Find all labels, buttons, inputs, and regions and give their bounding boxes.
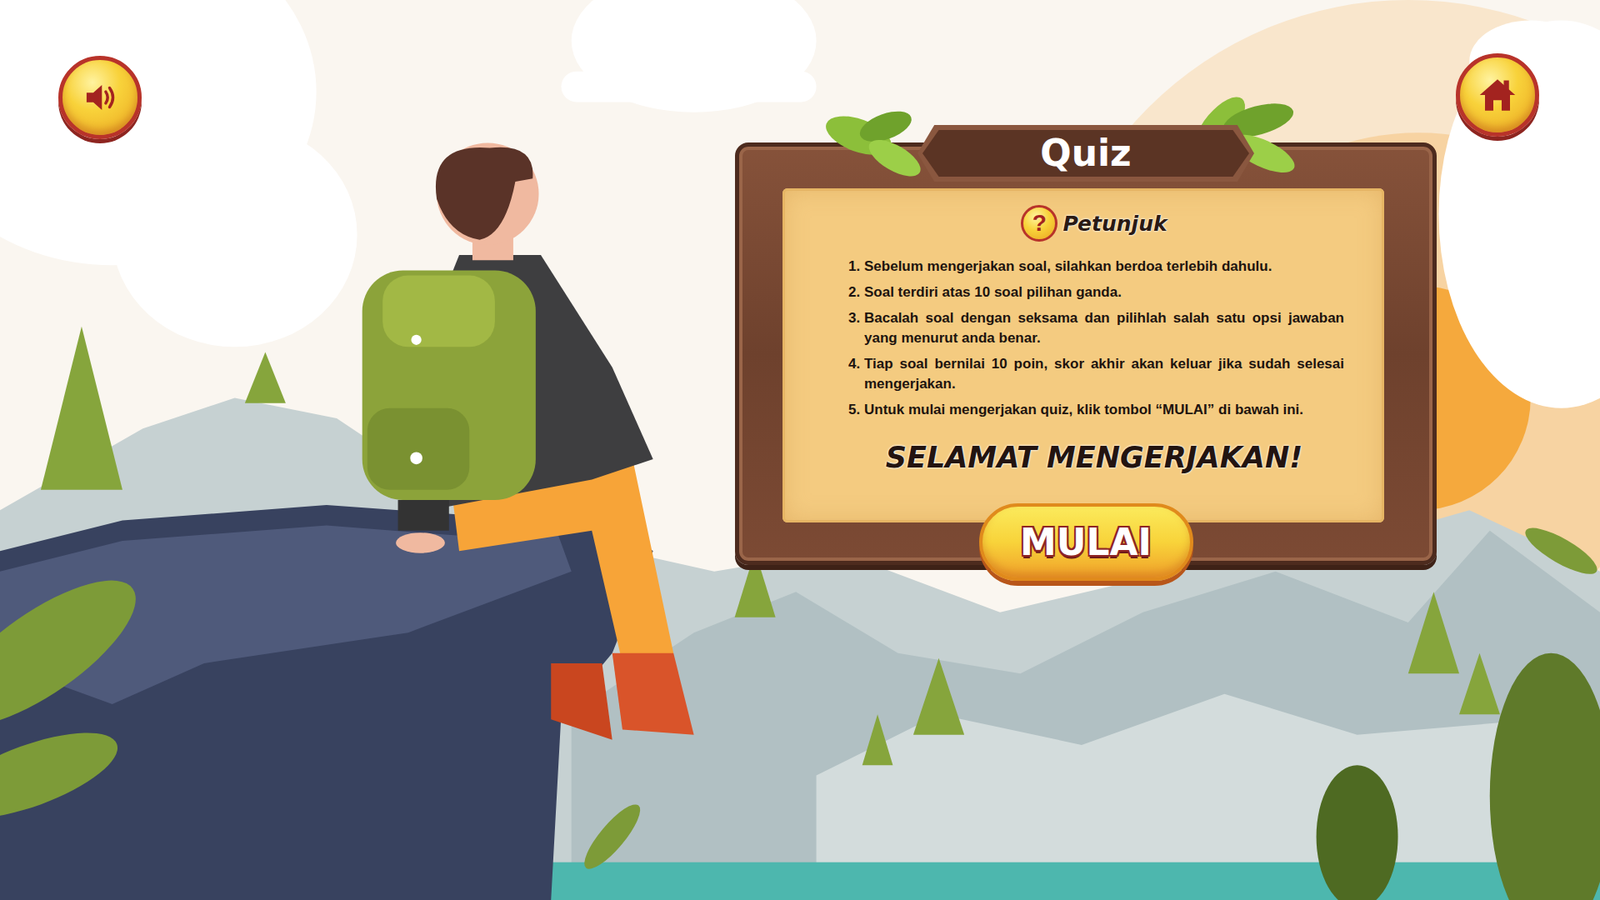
closing-text: SELAMAT MENGERJAKAN! <box>885 440 1303 475</box>
leaves-icon <box>822 98 931 182</box>
home-icon <box>1476 74 1519 116</box>
instruction-item: Sebelum mengerjakan soal, silahkan berdo… <box>864 256 1345 277</box>
hiker <box>362 142 695 740</box>
cliff <box>0 490 654 900</box>
instruction-item: Soal terdiri atas 10 soal pilihan ganda. <box>864 282 1345 303</box>
home-button[interactable] <box>1455 53 1540 137</box>
help-icon: ? <box>1020 205 1058 242</box>
foliage <box>0 520 1600 900</box>
mountain <box>571 530 1600 900</box>
wood-frame: Quiz?PetunjukSebelum mengerjakan soal, s… <box>735 142 1437 565</box>
instruction-paper: ?Petunjuk Sebelum mengerjakan soal, silah… <box>782 188 1385 523</box>
title-plaque: Quiz <box>917 125 1255 182</box>
quiz-screen: Quiz?PetunjukSebelum mengerjakan soal, s… <box>0 0 1600 900</box>
water <box>540 862 1600 900</box>
instruction-item: Tiap soal bernilai 10 poin, skor akhir a… <box>864 354 1345 395</box>
heading-text: Petunjuk <box>1062 211 1167 236</box>
speaker-icon <box>80 78 120 117</box>
heading: ?Petunjuk <box>1020 205 1167 242</box>
instruction-item: Bacalah soal dengan seksama dan pilihlah… <box>864 308 1345 349</box>
start-button[interactable]: MULAI <box>979 503 1194 581</box>
quiz-board: Quiz?PetunjukSebelum mengerjakan soal, s… <box>735 142 1437 581</box>
sound-button[interactable] <box>58 55 142 140</box>
instruction-item: Untuk mulai mengerjakan quiz, klik tombo… <box>864 400 1345 420</box>
content: Quiz?PetunjukSebelum mengerjakan soal, s… <box>0 0 1600 581</box>
board-title: Quiz <box>1040 131 1131 176</box>
instruction-list: Sebelum mengerjakan soal, silahkan berdo… <box>844 256 1345 426</box>
